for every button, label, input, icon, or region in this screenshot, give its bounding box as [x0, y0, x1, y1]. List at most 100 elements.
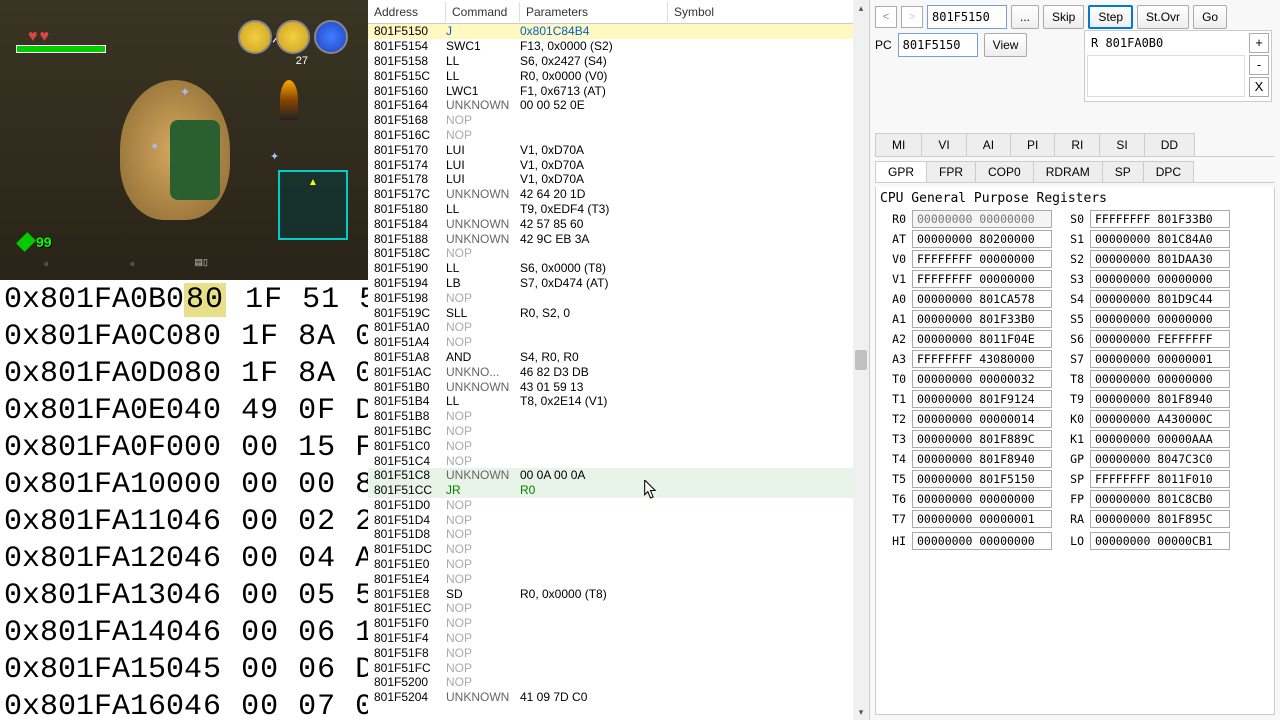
reg-value-t1[interactable]: 00000000 801F9124: [912, 390, 1052, 408]
reg-value-r0[interactable]: 00000000 00000000: [912, 210, 1052, 228]
disasm-row[interactable]: 801F5170LUIV1, 0xD70A: [368, 142, 869, 157]
subtab-dpc[interactable]: DPC: [1143, 161, 1194, 182]
reg-value-fp[interactable]: 00000000 801C8CB0: [1090, 490, 1230, 508]
disasm-row[interactable]: 801F517CUNKNOWN42 64 20 1D: [368, 187, 869, 202]
hex-row[interactable]: 0x801FA15045 00 06 D0: [0, 652, 368, 689]
disasm-row[interactable]: 801F5150J0x801C84B4: [368, 24, 869, 39]
hex-row[interactable]: 0x801FA0C080 1F 8A 08: [0, 319, 368, 356]
disasm-row[interactable]: 801F51BCNOP: [368, 424, 869, 439]
hex-row[interactable]: 0x801FA14046 00 06 14: [0, 615, 368, 652]
reg-value-gp[interactable]: 00000000 8047C3C0: [1090, 450, 1230, 468]
scroll-thumb[interactable]: [855, 350, 867, 370]
col-header-symbol[interactable]: Symbol: [668, 2, 869, 22]
reg-value-s3[interactable]: 00000000 00000000: [1090, 270, 1230, 288]
disasm-row[interactable]: 801F5200NOP: [368, 675, 869, 690]
reg-value-s7[interactable]: 00000000 00000001: [1090, 350, 1230, 368]
hex-row[interactable]: 0x801FA10000 00 00 87: [0, 467, 368, 504]
disasm-row[interactable]: 801F51A4NOP: [368, 335, 869, 350]
disasm-row[interactable]: 801F5184UNKNOWN42 57 85 60: [368, 216, 869, 231]
hex-row[interactable]: 0x801FA16046 00 07 08: [0, 689, 368, 720]
address-input[interactable]: [927, 5, 1007, 29]
reg-value-a2[interactable]: 00000000 8011F04E: [912, 330, 1052, 348]
disasm-row[interactable]: 801F51CCJRR0: [368, 483, 869, 498]
disasm-row[interactable]: 801F51C4NOP: [368, 453, 869, 468]
scrollbar[interactable]: ▴ ▾: [853, 0, 869, 720]
disasm-row[interactable]: 801F5160LWC1F1, 0x6713 (AT): [368, 83, 869, 98]
hex-row[interactable]: 0x801FA0F000 00 15 F0: [0, 430, 368, 467]
disasm-row[interactable]: 801F5194LBS7, 0xD474 (AT): [368, 276, 869, 291]
disasm-row[interactable]: 801F51F4NOP: [368, 631, 869, 646]
hex-viewer[interactable]: 0x801FA0B080 1F 51 500x801FA0C080 1F 8A …: [0, 280, 368, 720]
reg-value-t2[interactable]: 00000000 00000014: [912, 410, 1052, 428]
subtab-gpr[interactable]: GPR: [875, 161, 927, 182]
reg-value-k1[interactable]: 00000000 00000AAA: [1090, 430, 1230, 448]
go-button[interactable]: Go: [1193, 5, 1227, 29]
disasm-row[interactable]: 801F5180LLT9, 0xEDF4 (T3): [368, 202, 869, 217]
disasm-list[interactable]: 801F5150J0x801C84B4801F5154SWC1F13, 0x00…: [368, 24, 869, 720]
disasm-row[interactable]: 801F515CLLR0, 0x0000 (V0): [368, 68, 869, 83]
reg-value-lo[interactable]: 00000000 00000CB1: [1090, 532, 1230, 550]
hex-row[interactable]: 0x801FA0E040 49 0F DB: [0, 393, 368, 430]
tab-dd[interactable]: DD: [1144, 133, 1195, 156]
disasm-row[interactable]: 801F5154SWC1F13, 0x0000 (S2): [368, 39, 869, 54]
disasm-row[interactable]: 801F51B4LLT8, 0x2E14 (V1): [368, 394, 869, 409]
disasm-row[interactable]: 801F51B8NOP: [368, 409, 869, 424]
remove-button[interactable]: -: [1249, 55, 1269, 75]
goto-entry[interactable]: R 801FA0B0: [1087, 34, 1245, 52]
disasm-row[interactable]: 801F51C8UNKNOWN00 0A 00 0A: [368, 468, 869, 483]
disasm-row[interactable]: 801F51ACUNKNO...46 82 D3 DB: [368, 364, 869, 379]
col-header-address[interactable]: Address: [368, 2, 446, 22]
reg-value-a1[interactable]: 00000000 801F33B0: [912, 310, 1052, 328]
disasm-row[interactable]: 801F5158LLS6, 0x2427 (S4): [368, 54, 869, 69]
disasm-row[interactable]: 801F51E4NOP: [368, 571, 869, 586]
disasm-row[interactable]: 801F51E8SDR0, 0x0000 (T8): [368, 586, 869, 601]
back-button[interactable]: <: [875, 6, 897, 28]
reg-value-v0[interactable]: FFFFFFFF 00000000: [912, 250, 1052, 268]
tab-pi[interactable]: PI: [1010, 133, 1055, 156]
reg-value-t7[interactable]: 00000000 00000001: [912, 510, 1052, 528]
disasm-row[interactable]: 801F51D4NOP: [368, 512, 869, 527]
reg-value-k0[interactable]: 00000000 A430000C: [1090, 410, 1230, 428]
tab-vi[interactable]: VI: [921, 133, 966, 156]
reg-value-s2[interactable]: 00000000 801DAA30: [1090, 250, 1230, 268]
pc-input[interactable]: [898, 33, 978, 57]
disasm-row[interactable]: 801F518CNOP: [368, 246, 869, 261]
forward-button[interactable]: >: [901, 6, 923, 28]
tab-ai[interactable]: AI: [966, 133, 1011, 156]
reg-value-t0[interactable]: 00000000 00000032: [912, 370, 1052, 388]
view-button[interactable]: View: [984, 33, 1028, 57]
reg-value-s4[interactable]: 00000000 801D9C44: [1090, 290, 1230, 308]
scroll-down-button[interactable]: ▾: [853, 704, 869, 720]
disasm-row[interactable]: 801F51E0NOP: [368, 557, 869, 572]
subtab-sp[interactable]: SP: [1102, 161, 1144, 182]
subtab-fpr[interactable]: FPR: [926, 161, 976, 182]
disasm-row[interactable]: 801F51B0UNKNOWN43 01 59 13: [368, 379, 869, 394]
disasm-row[interactable]: 801F51A0NOP: [368, 320, 869, 335]
reg-value-a0[interactable]: 00000000 801CA578: [912, 290, 1052, 308]
disasm-row[interactable]: 801F51F0NOP: [368, 616, 869, 631]
skip-button[interactable]: Skip: [1043, 5, 1084, 29]
disasm-row[interactable]: 801F51ECNOP: [368, 601, 869, 616]
hex-row[interactable]: 0x801FA0D080 1F 8A 08: [0, 356, 368, 393]
ellipsis-button[interactable]: ...: [1011, 5, 1039, 29]
reg-value-hi[interactable]: 00000000 00000000: [912, 532, 1052, 550]
reg-value-s0[interactable]: FFFFFFFF 801F33B0: [1090, 210, 1230, 228]
disasm-row[interactable]: 801F5178LUIV1, 0xD70A: [368, 172, 869, 187]
tab-mi[interactable]: MI: [875, 133, 922, 156]
goto-list[interactable]: [1087, 55, 1245, 97]
disasm-row[interactable]: 801F5198NOP: [368, 290, 869, 305]
reg-value-t5[interactable]: 00000000 801F5150: [912, 470, 1052, 488]
hex-row[interactable]: 0x801FA0B080 1F 51 50: [0, 282, 368, 319]
reg-value-t3[interactable]: 00000000 801F889C: [912, 430, 1052, 448]
subtab-cop0[interactable]: COP0: [975, 161, 1034, 182]
add-button[interactable]: +: [1249, 33, 1269, 53]
reg-value-s5[interactable]: 00000000 00000000: [1090, 310, 1230, 328]
reg-value-t8[interactable]: 00000000 00000000: [1090, 370, 1230, 388]
disasm-row[interactable]: 801F5188UNKNOWN42 9C EB 3A: [368, 231, 869, 246]
step-button[interactable]: Step: [1088, 5, 1133, 29]
reg-value-a3[interactable]: FFFFFFFF 43080000: [912, 350, 1052, 368]
disasm-row[interactable]: 801F51F8NOP: [368, 645, 869, 660]
disasm-row[interactable]: 801F51D0NOP: [368, 498, 869, 513]
disasm-row[interactable]: 801F51DCNOP: [368, 542, 869, 557]
disasm-row[interactable]: 801F5190LLS6, 0x0000 (T8): [368, 261, 869, 276]
